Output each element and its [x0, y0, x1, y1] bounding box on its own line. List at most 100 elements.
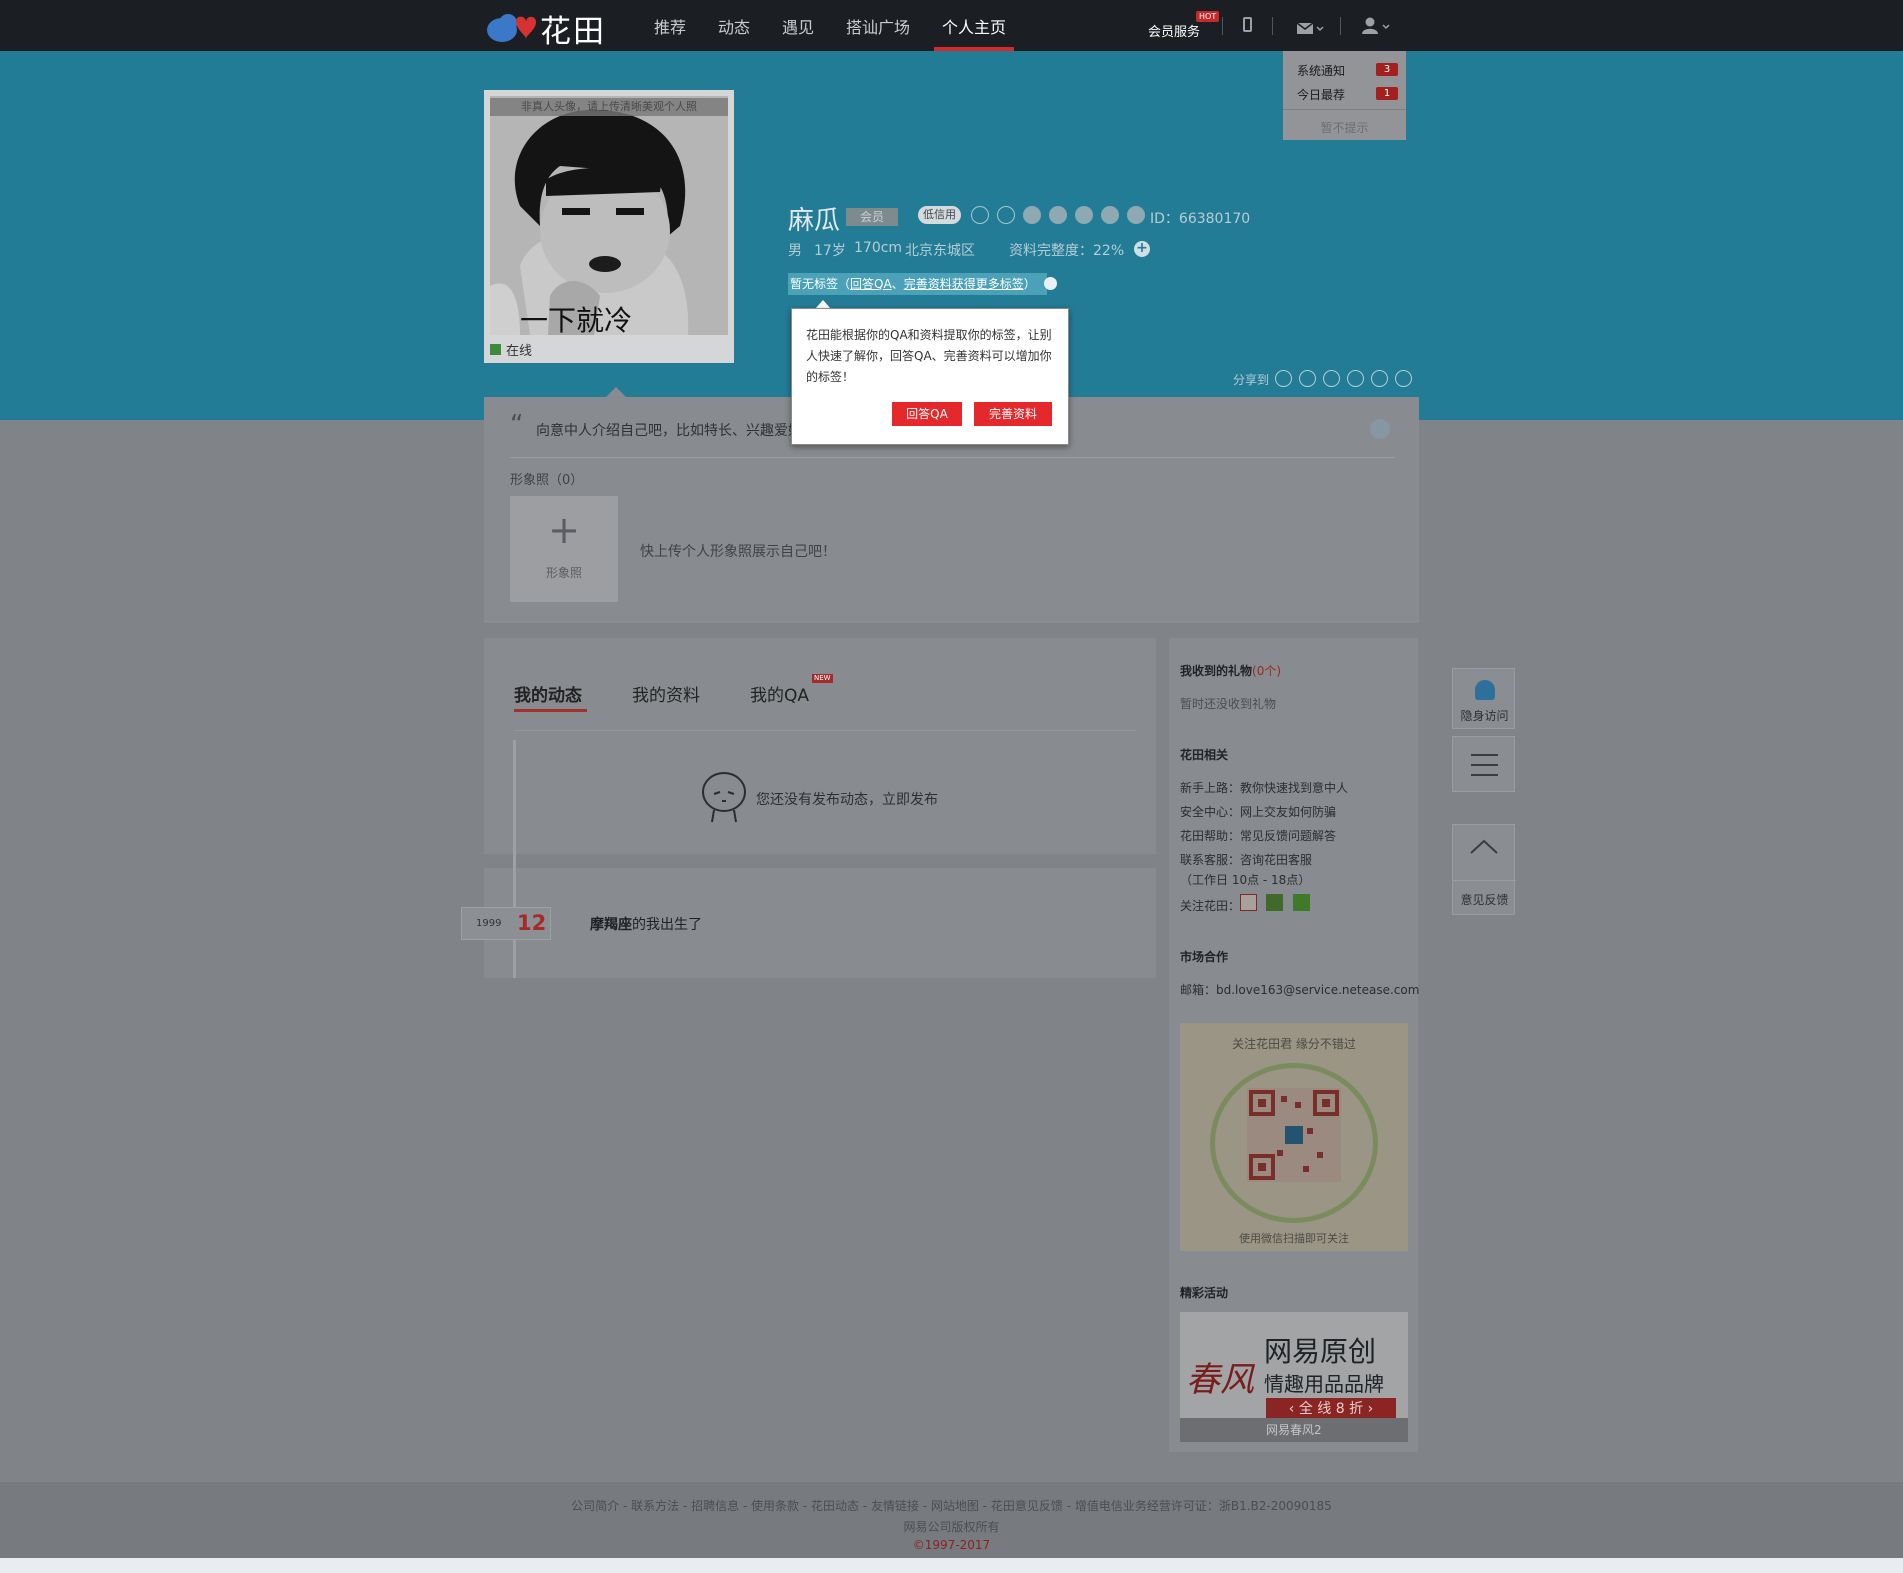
about-key: 联系客服：: [1180, 853, 1241, 867]
phone-verify-icon[interactable]: [997, 206, 1015, 224]
answer-qa-link[interactable]: 回答QA: [850, 277, 892, 291]
about-row-safety: 安全中心：网上交友如何防骗: [1180, 803, 1336, 820]
event-zodiac: 摩羯座: [590, 917, 632, 933]
notif-system[interactable]: 系统通知: [1297, 62, 1345, 79]
menu-icon: [1471, 774, 1498, 776]
newbie-link[interactable]: 教你快速找到意中人: [1240, 781, 1348, 795]
edit-tags-icon[interactable]: [1043, 277, 1057, 290]
qzone-share-icon[interactable]: [1299, 370, 1316, 387]
qr-caption-bottom: 使用微信扫描即可关注: [1239, 1232, 1349, 1245]
menu-button[interactable]: [1452, 736, 1515, 792]
toolbar-divider: [1340, 17, 1341, 35]
plus-icon: +: [548, 508, 580, 552]
complete-profile-link[interactable]: 完善资料获得更多标签: [904, 277, 1024, 291]
add-photo-label: 形象照: [545, 566, 582, 580]
notif-daily-count: 1: [1376, 87, 1398, 100]
intro-text[interactable]: 向意中人介绍自己吧，比如特长、兴趣爱好…: [536, 420, 816, 440]
add-photo-button[interactable]: + 形象照: [510, 496, 618, 602]
profile-completeness: 资料完整度：22%: [1009, 243, 1125, 259]
event-text: 摩羯座的我出生了: [590, 914, 702, 934]
avatar-card[interactable]: 一下就冷 非真人头像，请上传清晰美观个人照 在线: [484, 90, 734, 363]
safety-link[interactable]: 网上交友如何防骗: [1240, 805, 1336, 819]
weibo-share-icon[interactable]: [1275, 370, 1292, 387]
income-verify-icon[interactable]: [1101, 206, 1119, 224]
online-status: 在线: [506, 344, 533, 359]
weibo-icon[interactable]: [1240, 894, 1257, 911]
tab-divider: [514, 730, 1136, 731]
tab-my-qa[interactable]: 我的QA: [750, 681, 809, 706]
ad-brand: 春风: [1186, 1360, 1254, 1400]
vip-service-link[interactable]: 会员服务: [1148, 21, 1200, 40]
complete-profile-button[interactable]: 完善资料: [974, 402, 1052, 426]
hot-badge: HOT: [1196, 11, 1220, 22]
qq-share-icon[interactable]: [1347, 370, 1364, 387]
logo-clouds-icon[interactable]: [486, 7, 538, 49]
profile-name: 麻瓜: [788, 206, 841, 236]
footer-years: ©1997-2017: [912, 1538, 991, 1552]
feed-card: [484, 638, 1156, 854]
education-verify-icon[interactable]: [1049, 206, 1067, 224]
notification-dropdown: 系统通知 3 今日最荐 1 暂不提示: [1283, 51, 1406, 140]
footer-links[interactable]: 公司简介 - 联系方法 - 招聘信息 - 使用条款 - 花田动态 - 友情链接 …: [0, 1497, 1903, 1514]
wechat-share-icon[interactable]: [1371, 370, 1388, 387]
renren-share-icon[interactable]: [1323, 370, 1340, 387]
chevron-up-icon: [1469, 839, 1499, 859]
bookmark-verify-icon[interactable]: [971, 206, 989, 224]
about-key: 安全中心：: [1180, 805, 1241, 819]
notif-daily-pick[interactable]: 今日最荐: [1297, 86, 1345, 103]
logo-text[interactable]: 花田: [540, 6, 606, 51]
car-verify-icon[interactable]: [1075, 206, 1093, 224]
publish-now-link[interactable]: 立即发布: [882, 792, 938, 808]
menu-icon: [1471, 764, 1498, 766]
nav-feed[interactable]: 动态: [718, 14, 750, 38]
nav-active-indicator: [934, 47, 1014, 51]
event-card: [484, 868, 1156, 978]
share-label: 分享到: [1233, 373, 1270, 387]
mobile-icon[interactable]: [1243, 17, 1252, 32]
avatar-warning: 非真人头像，请上传清晰美观个人照: [490, 98, 728, 116]
user-menu-icon[interactable]: [1362, 17, 1392, 39]
empty-feed-text: 您还没有发布动态，: [756, 792, 882, 808]
gifts-title-text: 我收到的礼物: [1180, 664, 1253, 678]
douban-icon[interactable]: [1266, 894, 1283, 911]
house-verify-icon[interactable]: [1127, 206, 1145, 224]
notif-divider: [1283, 109, 1406, 110]
nav-meet[interactable]: 遇见: [782, 14, 814, 38]
tags-tip-popup: 花田能根据你的QA和资料提取你的标签，让别人快速了解你，回答QA、完善资料可以增…: [791, 308, 1069, 445]
id-verify-icon[interactable]: [1023, 206, 1041, 224]
event-date: 1999 12: [461, 907, 551, 940]
nav-chat-square[interactable]: 搭讪广场: [846, 14, 910, 38]
svg-text:一下就冷: 一下就冷: [520, 304, 632, 335]
tags-sep: 、: [891, 277, 904, 291]
yixin-share-icon[interactable]: [1395, 370, 1412, 387]
tab-my-profile[interactable]: 我的资料: [632, 681, 700, 706]
card-separator: [484, 854, 1156, 868]
tags-prefix: 暂无标签（: [790, 277, 851, 291]
ad-subtitle: 情趣用品品牌: [1264, 1372, 1384, 1396]
ad-promo-text: 全 线 8 折: [1298, 1401, 1364, 1417]
back-to-top-button[interactable]: 意见反馈: [1452, 824, 1516, 915]
promo-banner[interactable]: 春风 网易原创 情趣用品品牌 ‹ 全 线 8 折 › 网易春风2: [1180, 1312, 1408, 1442]
events-title: 精彩活动: [1180, 1286, 1229, 1300]
edit-intro-icon[interactable]: [1370, 419, 1390, 439]
credit-badge[interactable]: 低信用: [918, 206, 961, 224]
incognito-visit-button[interactable]: 隐身访问: [1452, 668, 1515, 729]
ghost-icon: [1475, 680, 1495, 700]
help-link[interactable]: 常见反馈问题解答: [1240, 829, 1336, 843]
nav-recommend[interactable]: 推荐: [654, 14, 686, 38]
tab-my-feed[interactable]: 我的动态: [514, 681, 582, 706]
complete-profile-plus-icon[interactable]: +: [1134, 241, 1150, 257]
service-link[interactable]: 咨询花田客服: [1240, 853, 1312, 867]
photo-section-label: 形象照（0）: [510, 473, 584, 488]
notif-dismiss[interactable]: 暂不提示: [1283, 119, 1406, 136]
menu-icon: [1471, 754, 1498, 756]
mail-icon[interactable]: [1296, 20, 1325, 39]
feedback-label[interactable]: 意见反馈: [1453, 891, 1516, 908]
nav-my-homepage[interactable]: 个人主页: [942, 14, 1006, 38]
wechat-icon[interactable]: [1293, 894, 1310, 911]
avatar[interactable]: 一下就冷 非真人头像，请上传清晰美观个人照: [490, 96, 728, 335]
member-badge[interactable]: 会员: [846, 208, 898, 226]
event-rest: 的我出生了: [632, 917, 702, 933]
notif-system-count: 3: [1376, 63, 1398, 76]
answer-qa-button[interactable]: 回答QA: [892, 402, 962, 426]
